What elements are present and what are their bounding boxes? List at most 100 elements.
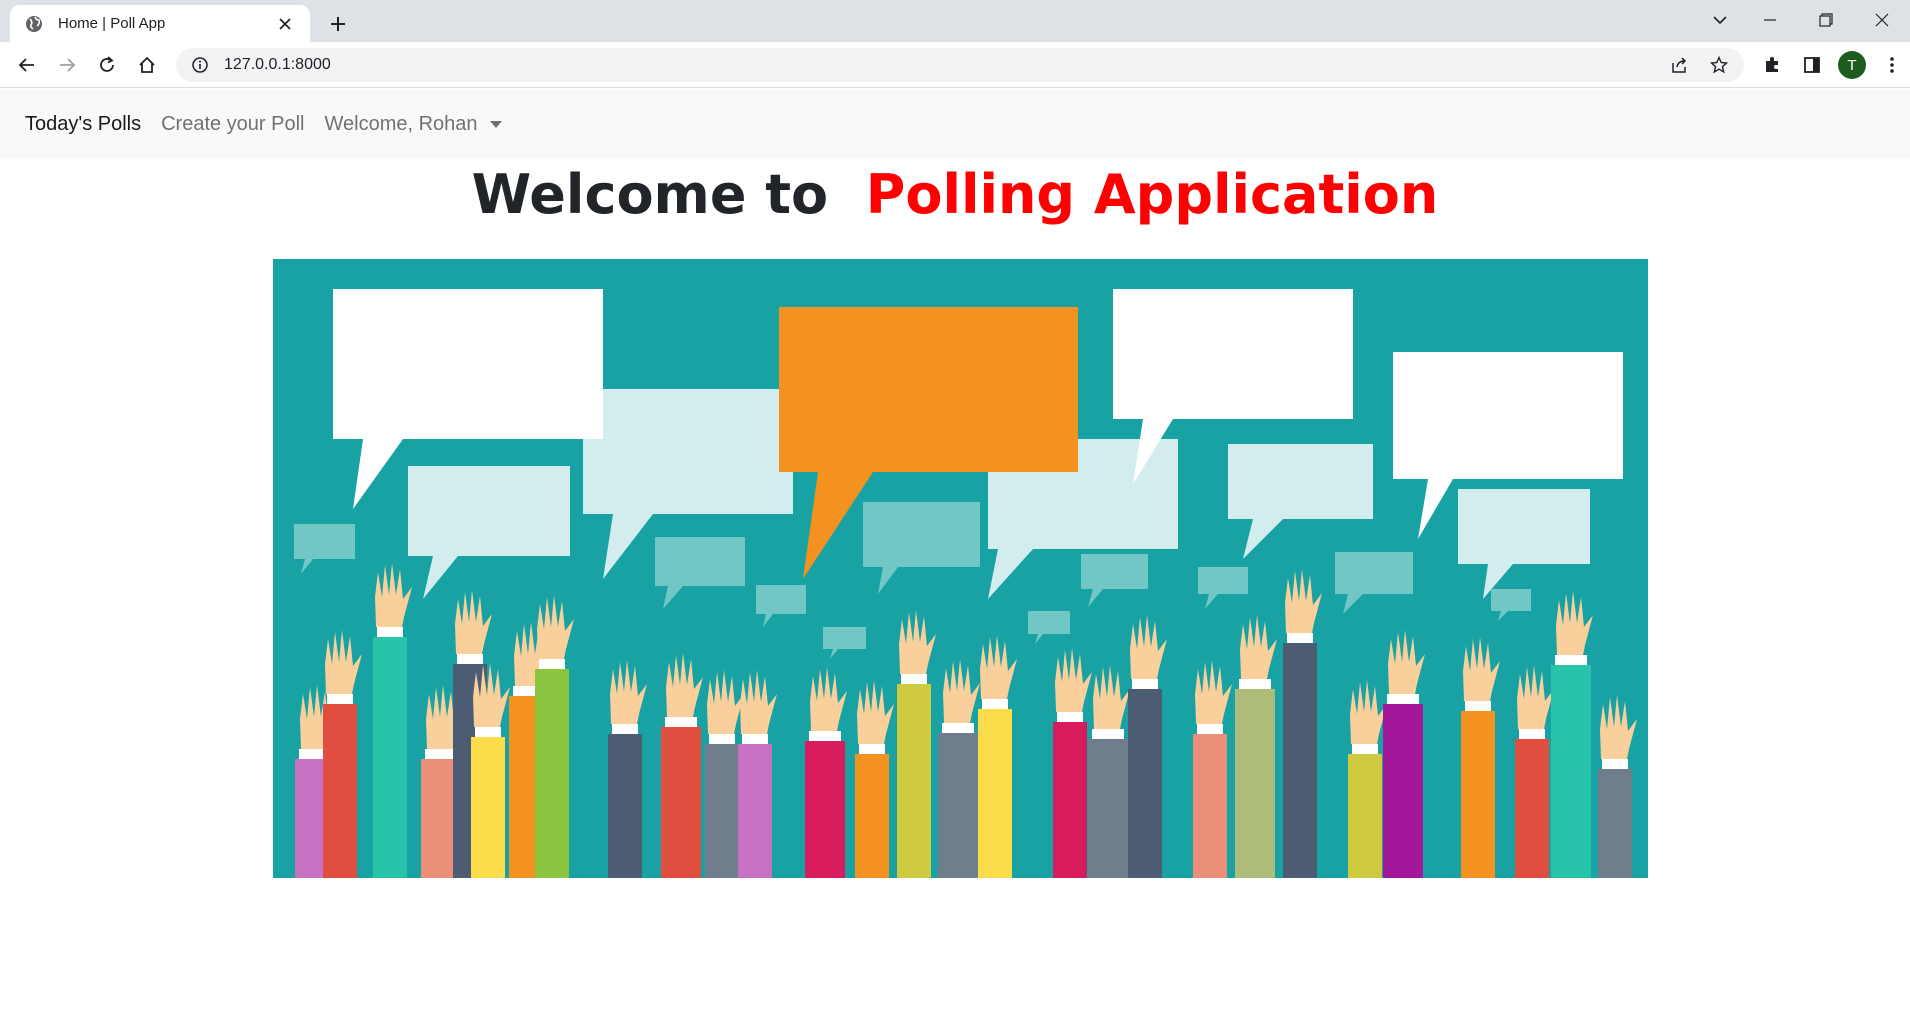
raised-arm — [705, 744, 739, 878]
raised-arm — [897, 684, 931, 878]
raised-hand — [1556, 591, 1593, 655]
shirt-cuff — [475, 727, 501, 737]
raised-hand — [1388, 630, 1425, 694]
raised-arm — [1088, 739, 1128, 878]
raised-arm — [1461, 711, 1495, 878]
raised-hand — [1350, 680, 1387, 744]
raised-hand — [1130, 615, 1167, 679]
shirt-cuff — [327, 694, 353, 704]
shirt-cuff — [1387, 694, 1419, 704]
raised-arm — [855, 754, 889, 878]
shirt-cuff — [1132, 679, 1158, 689]
raised-arm — [1235, 689, 1275, 878]
shirt-cuff — [665, 717, 697, 727]
raised-hand — [610, 660, 647, 724]
raised-arm — [1598, 769, 1632, 878]
reload-icon[interactable] — [91, 49, 123, 81]
raised-arm — [1383, 704, 1423, 878]
profile-avatar[interactable]: T — [1836, 49, 1868, 81]
title-prefix: Welcome to — [471, 163, 829, 226]
back-arrow-icon[interactable] — [11, 49, 43, 81]
shirt-cuff — [377, 627, 403, 637]
window-controls — [1742, 0, 1910, 40]
browser-tab-active[interactable]: Home | Poll App — [10, 5, 310, 42]
shirt-cuff — [1519, 729, 1545, 739]
share-icon[interactable] — [1664, 50, 1694, 80]
raised-hand — [1195, 660, 1232, 724]
shirt-cuff — [1057, 712, 1083, 722]
nav-create-poll[interactable]: Create your Poll — [161, 113, 304, 136]
side-panel-icon[interactable] — [1796, 49, 1828, 81]
shirt-cuff — [1555, 655, 1587, 665]
home-icon[interactable] — [131, 49, 163, 81]
address-bar[interactable]: 127.0.0.1:8000 — [176, 48, 1744, 82]
shirt-cuff — [942, 723, 974, 733]
globe-icon — [24, 14, 44, 34]
nav-todays-polls[interactable]: Today's Polls — [25, 113, 141, 136]
close-window-icon[interactable] — [1854, 0, 1910, 40]
user-menu-dropdown[interactable]: Welcome, Rohan — [325, 113, 502, 136]
bookmark-star-icon[interactable] — [1704, 50, 1734, 80]
raised-arm — [323, 704, 357, 878]
raised-arm — [535, 669, 569, 878]
kebab-menu-icon[interactable] — [1876, 49, 1908, 81]
shirt-cuff — [742, 734, 768, 744]
shirt-cuff — [809, 731, 841, 741]
new-tab-icon[interactable] — [324, 10, 352, 38]
profile-initial: T — [1838, 51, 1866, 79]
page-title: Welcome to Polling Application — [0, 160, 1910, 230]
raised-hand — [1055, 648, 1092, 712]
raised-hand — [375, 563, 412, 627]
shirt-cuff — [1092, 729, 1124, 739]
forward-arrow-icon[interactable] — [51, 49, 83, 81]
shirt-cuff — [901, 674, 927, 684]
browser-toolbar: 127.0.0.1:8000 T — [0, 42, 1910, 88]
raised-arm — [373, 637, 407, 878]
raised-arm — [608, 734, 642, 878]
raised-arm — [805, 741, 845, 878]
user-menu-label: Welcome, Rohan — [324, 112, 478, 135]
shirt-cuff — [709, 734, 735, 744]
shirt-cuff — [1197, 724, 1223, 734]
raised-hand — [537, 595, 574, 659]
raised-arm — [938, 733, 978, 878]
minimize-icon[interactable] — [1742, 0, 1798, 40]
raised-arm — [1128, 689, 1162, 878]
close-tab-icon[interactable] — [274, 13, 296, 35]
tab-search-chevron-icon[interactable] — [1700, 6, 1740, 34]
title-accent: Polling Application — [865, 163, 1439, 226]
raised-hand — [810, 667, 847, 731]
shirt-cuff — [859, 744, 885, 754]
raised-hand — [1093, 665, 1130, 729]
raised-hand — [1285, 569, 1322, 633]
caret-down-icon — [489, 120, 502, 128]
raised-hand — [943, 659, 980, 723]
raised-arm — [1053, 722, 1087, 878]
raised-hand — [899, 610, 936, 674]
raised-hand — [857, 680, 894, 744]
raised-hand — [455, 590, 492, 654]
shirt-cuff — [1287, 633, 1313, 643]
raised-hand — [325, 630, 362, 694]
url-text: 127.0.0.1:8000 — [224, 56, 331, 73]
raised-hand — [1517, 665, 1554, 729]
extensions-puzzle-icon[interactable] — [1756, 49, 1788, 81]
raised-arm — [471, 737, 505, 878]
shirt-cuff — [1239, 679, 1271, 689]
tab-title: Home | Poll App — [58, 15, 166, 32]
shirt-cuff — [982, 699, 1008, 709]
raised-hand — [980, 635, 1017, 699]
shirt-cuff — [425, 749, 457, 759]
raised-arm — [1283, 643, 1317, 878]
raised-arm — [978, 709, 1012, 878]
site-info-icon[interactable] — [190, 55, 210, 75]
shirt-cuff — [612, 724, 638, 734]
raised-arm — [738, 744, 772, 878]
raised-arm — [661, 727, 701, 878]
raised-hand — [1600, 695, 1637, 759]
raised-arm — [1348, 754, 1382, 878]
restore-icon[interactable] — [1798, 0, 1854, 40]
raised-hand — [707, 670, 744, 734]
raised-arm — [1515, 739, 1549, 878]
raised-arm — [1193, 734, 1227, 878]
